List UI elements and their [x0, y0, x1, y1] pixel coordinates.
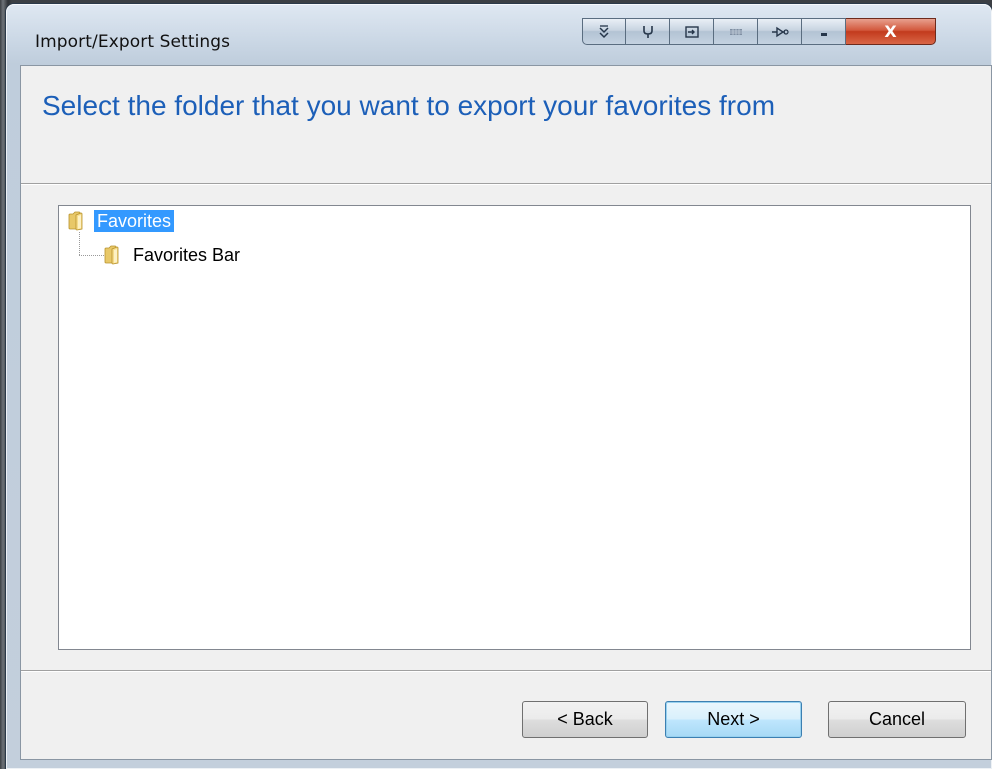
titlebar-buttons: X: [582, 18, 936, 48]
tree-item-label: Favorites Bar: [133, 245, 241, 265]
folder-icon: [68, 211, 83, 231]
grid-icon[interactable]: [714, 18, 758, 45]
next-button[interactable]: Next >: [665, 701, 802, 738]
tree-item-favorites[interactable]: Favorites: [68, 210, 175, 232]
tree-connector: [79, 255, 104, 256]
enter-icon[interactable]: [670, 18, 714, 45]
folder-icon: [104, 245, 119, 265]
cancel-button[interactable]: Cancel: [828, 701, 966, 738]
instruction-heading: Select the folder that you want to expor…: [42, 90, 776, 121]
pin-icon[interactable]: [758, 18, 802, 45]
dialog-body: Select the folder that you want to expor…: [20, 65, 992, 760]
header-panel: Select the folder that you want to expor…: [21, 66, 991, 185]
close-button[interactable]: X: [846, 18, 936, 45]
tree-connector: [79, 232, 80, 255]
back-button[interactable]: < Back: [522, 701, 648, 738]
minimize-button[interactable]: [802, 18, 846, 45]
tree-item-favorites-bar[interactable]: Favorites Bar: [104, 244, 243, 266]
dialog-window: Import/Export Settings X Select the fold…: [6, 4, 992, 769]
folder-tree[interactable]: Favorites Favorites Bar: [58, 205, 971, 650]
fork-icon[interactable]: [626, 18, 670, 45]
tree-item-label: Favorites: [94, 210, 175, 232]
window-title: Import/Export Settings: [35, 32, 231, 52]
footer-divider: [21, 670, 991, 672]
chevron-down-icon[interactable]: [582, 18, 626, 45]
